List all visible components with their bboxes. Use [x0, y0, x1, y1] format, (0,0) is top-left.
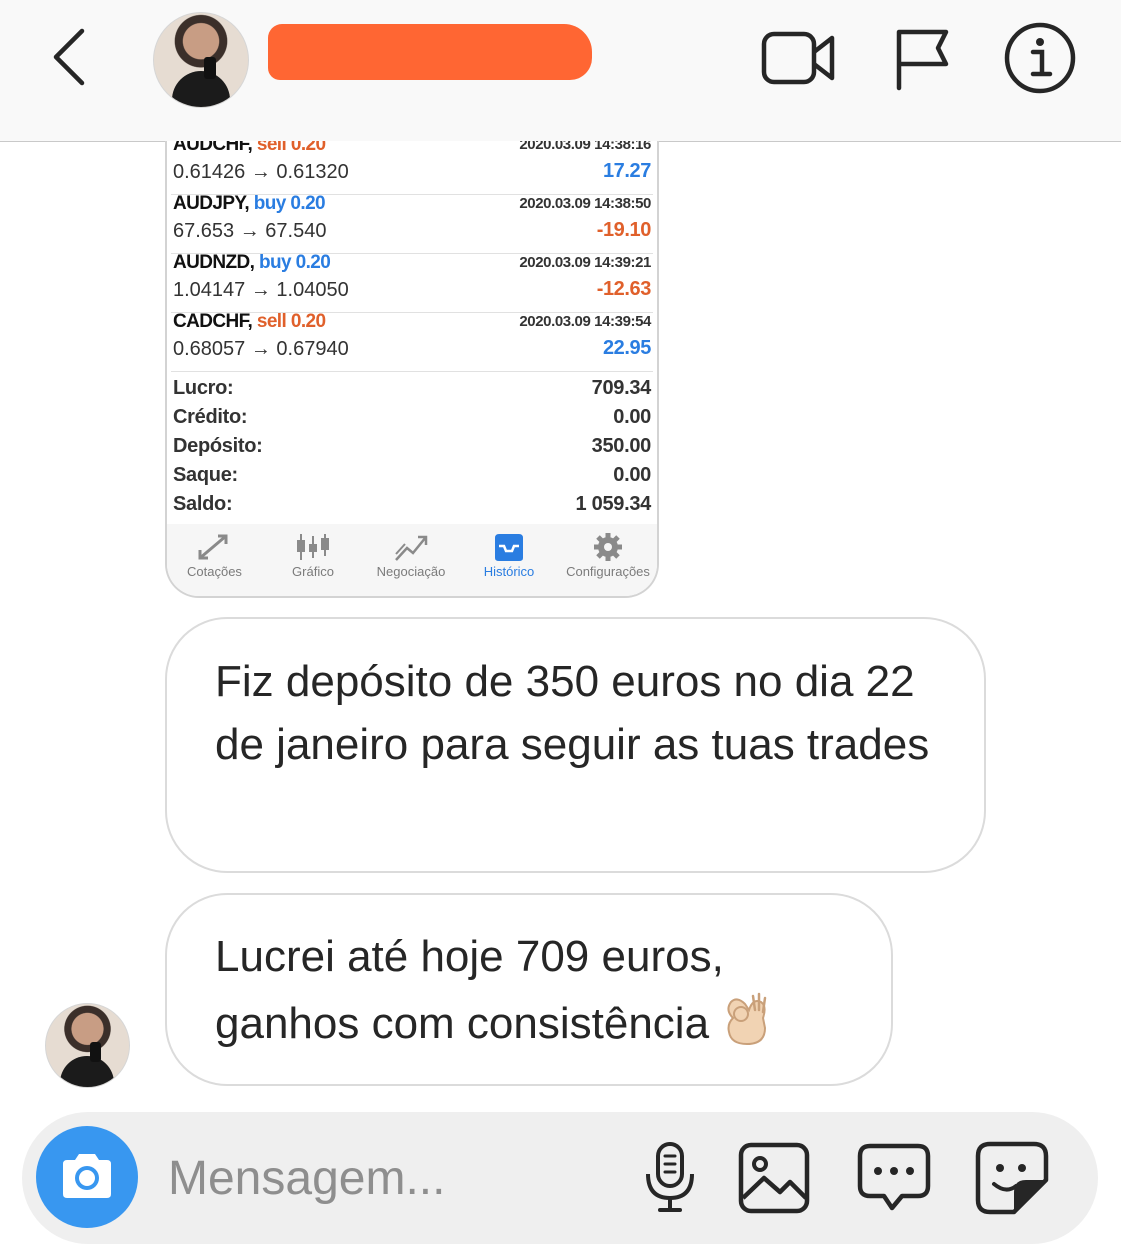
tab-label: Negociação: [376, 564, 446, 579]
summary-row: Lucro: 709.34: [173, 377, 651, 406]
camera-icon: [63, 1154, 111, 1198]
trade-row: AUDNZD, buy 0.20 2020.03.09 14:39:21 1.0…: [171, 252, 653, 313]
ok-hand-emoji: [719, 988, 773, 1048]
tab-label: Configurações: [566, 564, 650, 579]
message-bubble[interactable]: Fiz depósito de 350 euros no dia 22 de j…: [165, 617, 986, 873]
gallery-button[interactable]: [736, 1140, 812, 1216]
quick-reply-button[interactable]: [856, 1140, 932, 1216]
trade-time: 2020.03.09 14:38:50: [519, 195, 651, 212]
summary-value: 709.34: [591, 377, 652, 399]
account-summary: Lucro: 709.34 Crédito: 0.00 Depósito: 35…: [173, 377, 651, 522]
summary-value: 0.00: [613, 464, 651, 486]
tab-label: Histórico: [483, 564, 535, 579]
camera-button[interactable]: [36, 1126, 138, 1228]
trade-time: 2020.03.09 14:39:21: [519, 254, 651, 271]
shared-screenshot[interactable]: AUDCHF, sell 0.20 2020.03.09 14:38:16 0.…: [165, 141, 659, 598]
trade-row: AUDCHF, sell 0.20 2020.03.09 14:38:16 0.…: [171, 141, 653, 195]
trade-direction: sell 0.20: [256, 141, 326, 155]
trade-direction: sell 0.20: [256, 311, 326, 332]
trade-profit: 17.27: [602, 160, 651, 182]
history-inbox-icon: [495, 534, 523, 561]
message-composer: [22, 1112, 1098, 1244]
app-tab-bar: Cotações Gráfico Negociação Histórico Co…: [167, 524, 657, 596]
trade-symbol: AUDCHF, sell 0.20: [173, 141, 326, 156]
trade-time: 2020.03.09 14:38:16: [519, 141, 651, 153]
summary-value: 350.00: [591, 435, 652, 457]
trade-symbol: CADCHF, sell 0.20: [173, 311, 326, 332]
contact-avatar[interactable]: [153, 12, 249, 108]
sticker-icon: [975, 1141, 1049, 1215]
chat-header: redacted: [0, 0, 1121, 142]
tab-settings[interactable]: Configurações: [559, 524, 657, 596]
trade-prices: 67.653 → 67.540: [173, 220, 327, 242]
trade-direction: buy 0.20: [253, 193, 326, 214]
tab-quotes[interactable]: Cotações: [167, 524, 263, 596]
summary-row: Depósito: 350.00: [173, 435, 651, 464]
microphone-icon: [646, 1142, 694, 1212]
video-call-button[interactable]: [760, 22, 838, 94]
message-bubble[interactable]: Lucrei até hoje 709 euros, ganhos com co…: [165, 893, 893, 1086]
quotes-arrows-icon: [198, 534, 228, 560]
back-button[interactable]: [48, 26, 92, 88]
tab-chart[interactable]: Gráfico: [264, 524, 362, 596]
tab-history[interactable]: Histórico: [460, 524, 558, 596]
summary-row: Saldo: 1 059.34: [173, 493, 651, 522]
tab-label: Gráfico: [292, 564, 334, 579]
trade-profit: 22.95: [602, 337, 651, 359]
tab-label: Cotações: [187, 564, 242, 579]
summary-row: Saque: 0.00: [173, 464, 651, 493]
trade-direction: buy 0.20: [258, 252, 331, 273]
trade-symbol: AUDJPY, buy 0.20: [173, 193, 326, 214]
trade-symbol: AUDNZD, buy 0.20: [173, 252, 331, 273]
info-button[interactable]: [1000, 22, 1078, 94]
video-camera-icon: [761, 31, 835, 85]
trade-row: CADCHF, sell 0.20 2020.03.09 14:39:54 0.…: [171, 311, 653, 372]
info-icon: [1004, 22, 1076, 94]
message-text: Fiz depósito de 350 euros no dia 22 de j…: [215, 657, 930, 769]
trade-profit: -19.10: [596, 219, 652, 241]
summary-label: Saque:: [173, 464, 238, 486]
tab-trade[interactable]: Negociação: [362, 524, 460, 596]
message-text: Lucrei até hoje 709 euros, ganhos com co…: [215, 932, 724, 1048]
summary-label: Saldo:: [173, 493, 233, 515]
trade-row: AUDJPY, buy 0.20 2020.03.09 14:38:50 67.…: [171, 193, 653, 254]
trade-profit: -12.63: [596, 278, 652, 300]
report-button[interactable]: [888, 22, 966, 94]
summary-value: 1 059.34: [575, 493, 652, 515]
flag-icon: [896, 29, 949, 91]
trade-prices: 1.04147 → 1.04050: [173, 279, 349, 301]
summary-label: Lucro:: [173, 377, 234, 399]
chevron-left-icon: [53, 28, 85, 86]
summary-value: 0.00: [613, 406, 651, 428]
summary-row: Crédito: 0.00: [173, 406, 651, 435]
sticker-button[interactable]: [974, 1140, 1050, 1216]
gear-icon: [594, 533, 622, 561]
voice-message-button[interactable]: [632, 1140, 708, 1216]
trade-prices: 0.68057 → 0.67940: [173, 338, 349, 360]
sender-avatar[interactable]: [45, 1003, 130, 1088]
trade-prices: 0.61426 → 0.61320: [173, 161, 349, 183]
gallery-icon: [738, 1142, 810, 1214]
contact-name-redacted[interactable]: redacted: [268, 24, 592, 80]
summary-label: Crédito:: [173, 406, 248, 428]
trade-time: 2020.03.09 14:39:54: [519, 313, 651, 330]
trade-trend-icon: [395, 535, 428, 561]
message-input[interactable]: [166, 1142, 610, 1214]
chat-bubble-icon: [857, 1143, 931, 1211]
summary-label: Depósito:: [173, 435, 263, 457]
candlestick-chart-icon: [297, 534, 329, 560]
